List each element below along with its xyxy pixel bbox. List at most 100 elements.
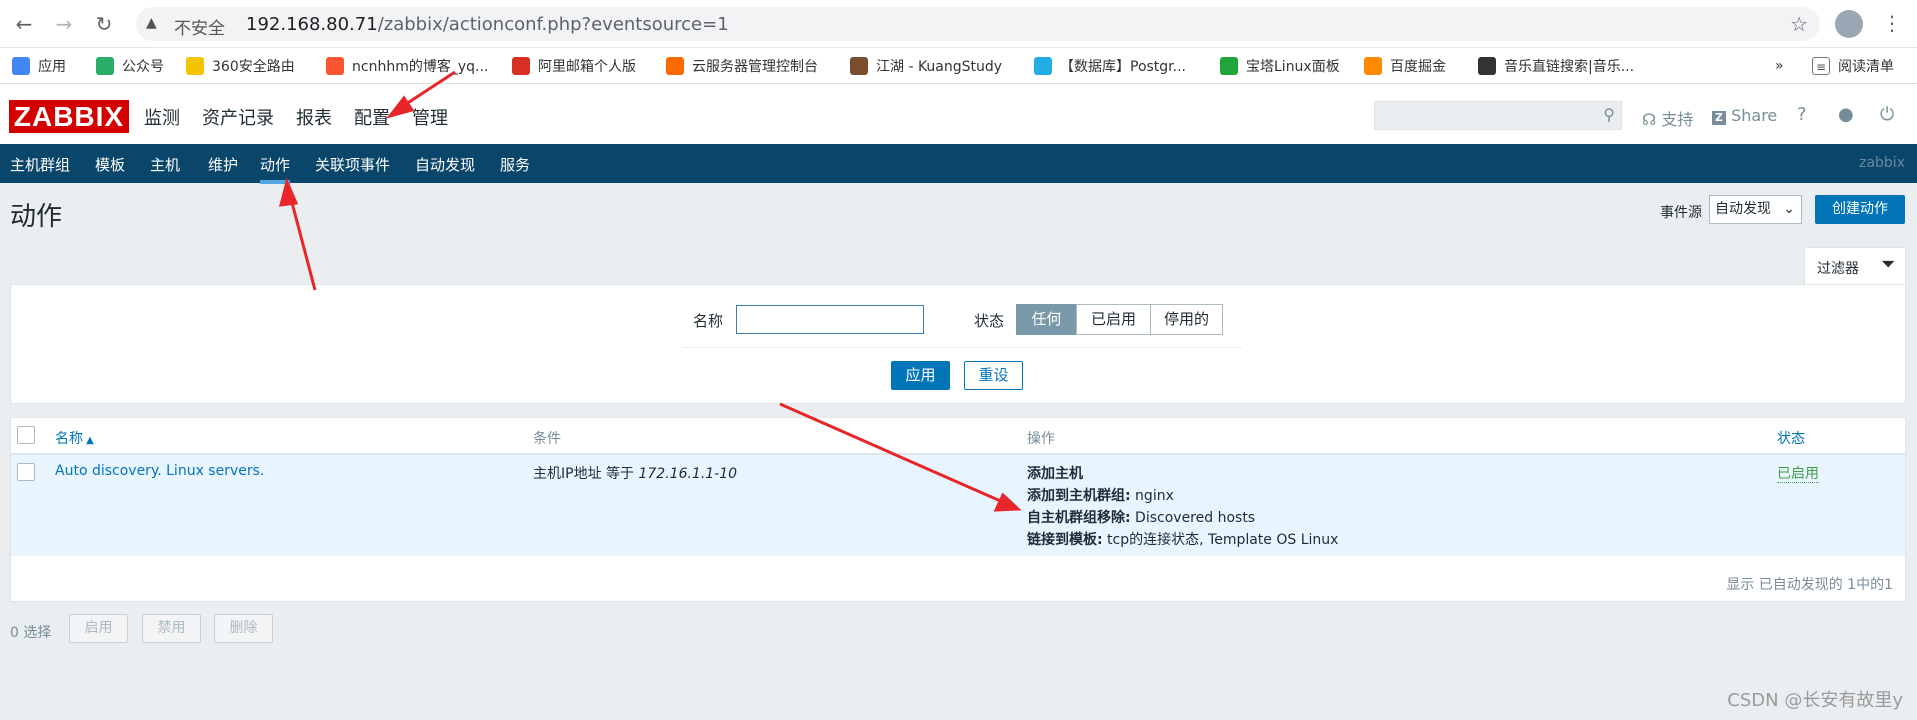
main-menu-item[interactable]: 管理 bbox=[412, 104, 448, 130]
main-menu-item[interactable]: 监测 bbox=[144, 104, 180, 130]
event-source-label: 事件源 bbox=[1660, 205, 1702, 221]
filter-tab-label: 过滤器 bbox=[1817, 261, 1859, 277]
page-title: 动作 bbox=[10, 202, 63, 232]
sub-menu-item[interactable]: 主机 bbox=[150, 154, 180, 175]
bookmark-item[interactable]: 公众号 bbox=[96, 56, 164, 76]
main-menu-item[interactable]: 配置 bbox=[354, 104, 390, 152]
bookmarks-bar: 应用 公众号 360安全路由 ncnhhm的博客_yq... 阿里邮箱个人版 云服务器管理… bbox=[0, 48, 1917, 84]
reading-list-label: 阅读清单 bbox=[1838, 59, 1894, 75]
bookmark-item[interactable]: 阿里邮箱个人版 bbox=[512, 56, 636, 76]
mass-disable-button[interactable]: 禁用 bbox=[142, 614, 201, 643]
sub-menu-item[interactable]: 主机群组 bbox=[10, 154, 70, 175]
reset-button[interactable]: 重设 bbox=[964, 361, 1023, 390]
bookmarks-overflow-button[interactable]: » bbox=[1775, 56, 1784, 76]
url-text: 192.168.80.71/zabbix/actionconf.php?even… bbox=[246, 14, 729, 35]
bookmark-item[interactable]: 应用 bbox=[12, 56, 66, 76]
help-icon[interactable]: ? bbox=[1797, 104, 1807, 125]
operation-line: 自主机群组移除: Discovered hosts bbox=[1027, 510, 1256, 526]
filter-divider bbox=[682, 347, 1242, 348]
selected-count: 0 选择 bbox=[10, 625, 52, 641]
bookmark-label: 云服务器管理控制台 bbox=[692, 59, 818, 75]
bookmark-item[interactable]: 宝塔Linux面板 bbox=[1220, 56, 1340, 76]
filter-status-label: 状态 bbox=[974, 312, 1005, 330]
bookmark-item[interactable]: 音乐直链搜索|音乐... bbox=[1478, 56, 1634, 76]
bookmark-label: 360安全路由 bbox=[212, 59, 295, 75]
reading-list-button[interactable]: ≡ 阅读清单 bbox=[1812, 56, 1894, 76]
juejin-icon bbox=[1364, 57, 1382, 75]
status-enabled-option[interactable]: 已启用 bbox=[1076, 304, 1151, 335]
headset-icon: ☊ bbox=[1642, 110, 1657, 129]
wechat-icon bbox=[96, 57, 114, 75]
mail-icon bbox=[512, 57, 530, 75]
filter-tab[interactable]: 过滤器 ⏷ bbox=[1804, 247, 1906, 284]
row-checkbox[interactable] bbox=[17, 463, 35, 481]
bookmark-item[interactable]: 云服务器管理控制台 bbox=[666, 56, 818, 76]
bookmark-item[interactable]: ncnhhm的博客_yq... bbox=[326, 56, 488, 76]
column-header-name[interactable]: 名称 ▲ bbox=[55, 428, 94, 448]
user-profile-icon[interactable]: ● bbox=[1838, 104, 1854, 125]
bookmark-label: 百度掘金 bbox=[1390, 59, 1446, 75]
status-any-option[interactable]: 任何 bbox=[1016, 304, 1077, 335]
sub-menu-item[interactable]: 维护 bbox=[208, 154, 238, 175]
bookmark-item[interactable]: 江湖 - KuangStudy bbox=[850, 56, 1002, 76]
music-icon bbox=[1478, 57, 1496, 75]
bookmark-label: 公众号 bbox=[122, 59, 164, 75]
sub-menu-item[interactable]: 关联项事件 bbox=[315, 154, 390, 175]
router-icon bbox=[186, 57, 204, 75]
sub-menu-item[interactable]: 自动发现 bbox=[415, 154, 475, 175]
filter-panel: 名称 状态 任何 已启用 停用的 应用 重设 bbox=[10, 284, 1906, 404]
action-condition: 主机IP地址 等于 172.16.1.1-10 bbox=[533, 466, 738, 482]
event-source-select[interactable]: 自动发现 ⌄ bbox=[1709, 195, 1802, 224]
main-menu-item[interactable]: 资产记录 bbox=[202, 104, 274, 130]
sub-menu-item[interactable]: 动作 bbox=[260, 154, 291, 184]
watermark: CSDN @长安有故里y bbox=[1727, 690, 1903, 711]
avatar-icon bbox=[850, 57, 868, 75]
logout-icon[interactable]: ⏻ bbox=[1880, 104, 1894, 125]
sub-menu-item[interactable]: 模板 bbox=[95, 154, 125, 175]
arrow-to-actions-tab bbox=[288, 194, 317, 291]
status-toggle-link[interactable]: 已启用 bbox=[1777, 463, 1819, 483]
create-action-button[interactable]: 创建动作 bbox=[1815, 195, 1905, 224]
address-bar[interactable]: ▲ 不安全 192.168.80.71/zabbix/actionconf.ph… bbox=[136, 7, 1820, 41]
zabbix-header: ZABBIX 监测 资产记录 报表 配置 管理 ⚲ ☊ 支持 Z Share ? ● ⏻ bbox=[0, 84, 1917, 152]
back-icon[interactable]: ← bbox=[12, 12, 36, 36]
zabbix-logo[interactable]: ZABBIX bbox=[9, 100, 129, 133]
column-header-status[interactable]: 状态 bbox=[1777, 428, 1805, 448]
bookmark-label: 江湖 - KuangStudy bbox=[876, 59, 1003, 75]
bookmark-item[interactable]: 【数据库】Postgr... bbox=[1034, 56, 1186, 76]
mass-enable-button[interactable]: 启用 bbox=[69, 614, 128, 643]
status-disabled-option[interactable]: 停用的 bbox=[1150, 304, 1223, 335]
column-header-conditions: 条件 bbox=[533, 431, 561, 447]
csdn-icon bbox=[326, 57, 344, 75]
server-name: zabbix bbox=[1859, 155, 1905, 171]
apply-button[interactable]: 应用 bbox=[891, 361, 950, 390]
mass-delete-button[interactable]: 删除 bbox=[214, 614, 273, 643]
browser-menu-icon[interactable]: ⋮ bbox=[1882, 11, 1902, 35]
bookmark-item[interactable]: 360安全路由 bbox=[186, 56, 295, 76]
forward-icon[interactable]: → bbox=[52, 12, 76, 36]
share-icon: Z bbox=[1712, 111, 1726, 125]
bookmark-item[interactable]: 百度掘金 bbox=[1364, 56, 1446, 76]
bookmark-label: 应用 bbox=[38, 59, 66, 75]
apps-icon bbox=[12, 57, 30, 75]
select-all-checkbox[interactable] bbox=[17, 426, 35, 444]
share-link[interactable]: Z Share bbox=[1712, 106, 1777, 125]
global-search-input[interactable]: ⚲ bbox=[1374, 101, 1622, 130]
profile-avatar[interactable] bbox=[1835, 10, 1863, 38]
main-menu-item[interactable]: 报表 bbox=[296, 104, 332, 130]
search-icon[interactable]: ⚲ bbox=[1603, 105, 1615, 124]
main-menu: 监测 资产记录 报表 配置 管理 bbox=[144, 104, 470, 152]
filter-name-input[interactable] bbox=[736, 305, 924, 334]
bookmark-star-icon[interactable]: ☆ bbox=[1790, 12, 1808, 36]
bookmark-label: ncnhhm的博客_yq... bbox=[352, 59, 489, 75]
sub-menu-item[interactable]: 服务 bbox=[500, 154, 530, 175]
cloud-icon bbox=[666, 57, 684, 75]
bookmark-label: 【数据库】Postgr... bbox=[1060, 59, 1186, 75]
operation-line: 添加到主机群组: nginx bbox=[1027, 488, 1174, 504]
table-paging-info: 显示 已自动发现的 1中的1 bbox=[1726, 577, 1893, 593]
bilibili-icon bbox=[1034, 57, 1052, 75]
action-name-link[interactable]: Auto discovery. Linux servers. bbox=[55, 463, 264, 479]
reload-icon[interactable]: ↻ bbox=[92, 12, 116, 36]
browser-window: ← → ↻ ▲ 不安全 192.168.80.71/zabbix/actionc… bbox=[0, 0, 1917, 720]
support-link[interactable]: ☊ 支持 bbox=[1642, 106, 1693, 130]
